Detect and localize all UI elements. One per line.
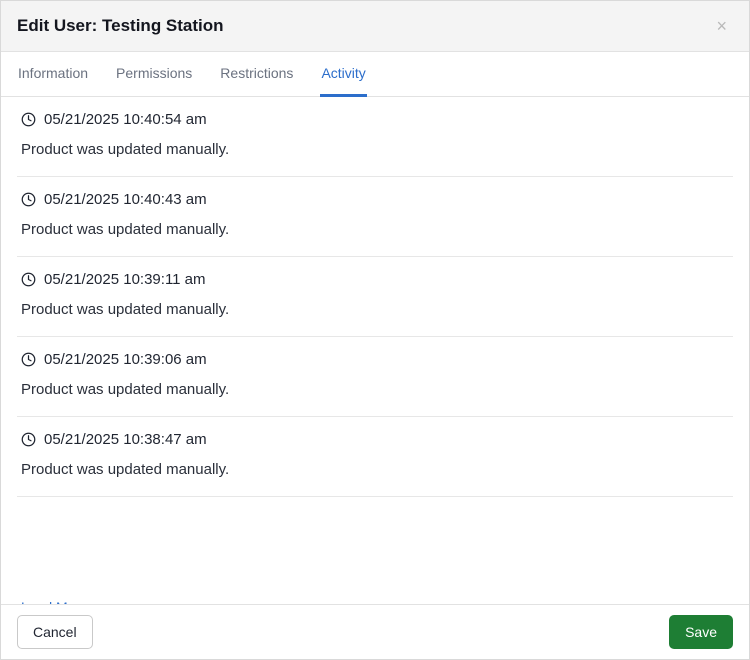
save-button[interactable]: Save: [669, 615, 733, 649]
activity-entry: 05/21/2025 10:38:47 am Product was updat…: [17, 417, 733, 497]
activity-timestamp: 05/21/2025 10:40:54 am: [44, 111, 207, 128]
modal-title: Edit User: Testing Station: [17, 16, 224, 36]
cancel-button[interactable]: Cancel: [17, 615, 93, 649]
activity-entry: 05/21/2025 10:40:43 am Product was updat…: [17, 177, 733, 257]
edit-user-modal: Edit User: Testing Station × Information…: [0, 0, 750, 660]
modal-footer: Cancel Save: [1, 604, 749, 659]
load-more-link[interactable]: Load More: [17, 597, 92, 604]
activity-message: Product was updated manually.: [21, 301, 729, 318]
activity-timestamp-row: 05/21/2025 10:40:43 am: [21, 191, 729, 208]
activity-message: Product was updated manually.: [21, 461, 729, 478]
activity-message: Product was updated manually.: [21, 221, 729, 238]
activity-timestamp: 05/21/2025 10:38:47 am: [44, 431, 207, 448]
clock-icon: [21, 112, 36, 127]
activity-timestamp-row: 05/21/2025 10:39:11 am: [21, 271, 729, 288]
activity-message: Product was updated manually.: [21, 381, 729, 398]
activity-timestamp-row: 05/21/2025 10:40:54 am: [21, 111, 729, 128]
tab-permissions[interactable]: Permissions: [115, 52, 193, 97]
tab-activity[interactable]: Activity: [320, 52, 366, 97]
modal-header: Edit User: Testing Station ×: [1, 1, 749, 52]
activity-entry: 05/21/2025 10:40:54 am Product was updat…: [17, 97, 733, 177]
activity-timestamp-row: 05/21/2025 10:38:47 am: [21, 431, 729, 448]
activity-message: Product was updated manually.: [21, 141, 729, 158]
clock-icon: [21, 192, 36, 207]
activity-panel: 05/21/2025 10:40:54 am Product was updat…: [1, 97, 749, 604]
clock-icon: [21, 352, 36, 367]
activity-entry: 05/21/2025 10:39:06 am Product was updat…: [17, 337, 733, 417]
tab-restrictions[interactable]: Restrictions: [219, 52, 294, 97]
activity-timestamp: 05/21/2025 10:39:11 am: [44, 271, 206, 288]
activity-entry: 05/21/2025 10:39:11 am Product was updat…: [17, 257, 733, 337]
activity-timestamp: 05/21/2025 10:39:06 am: [44, 351, 207, 368]
tab-bar: Information Permissions Restrictions Act…: [1, 52, 749, 97]
close-icon[interactable]: ×: [710, 15, 733, 37]
tab-information[interactable]: Information: [17, 52, 89, 97]
clock-icon: [21, 272, 36, 287]
activity-timestamp-row: 05/21/2025 10:39:06 am: [21, 351, 729, 368]
activity-timestamp: 05/21/2025 10:40:43 am: [44, 191, 207, 208]
clock-icon: [21, 432, 36, 447]
